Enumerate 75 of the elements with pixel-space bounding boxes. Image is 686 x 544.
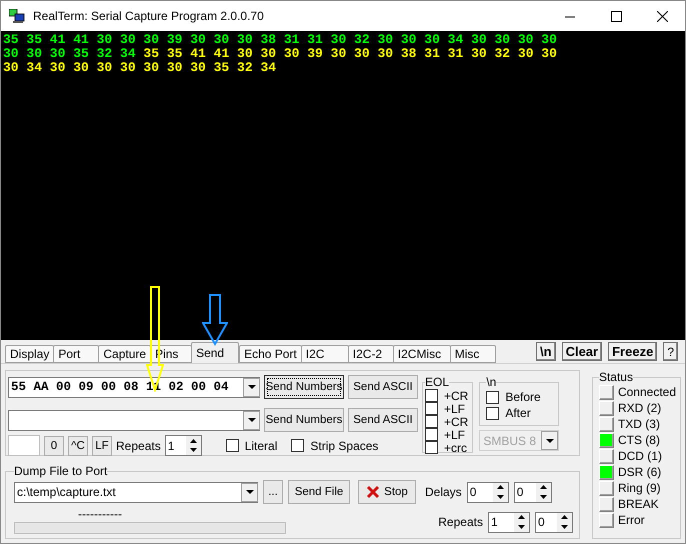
checkbox[interactable]: +crc bbox=[425, 441, 468, 454]
checkbox[interactable]: Literal bbox=[226, 438, 278, 453]
browse-button[interactable]: ... bbox=[263, 480, 283, 504]
send-button[interactable]: Send Numbers bbox=[264, 375, 344, 399]
maximize-icon bbox=[610, 10, 622, 22]
cross-icon bbox=[366, 485, 380, 499]
toolbar-button[interactable]: Freeze bbox=[608, 342, 658, 361]
char-button[interactable]: LF bbox=[92, 436, 112, 456]
spin-field[interactable]: 0 bbox=[466, 482, 509, 502]
spinner-arrows-icon[interactable] bbox=[556, 512, 572, 532]
char-field[interactable] bbox=[8, 435, 40, 456]
tab[interactable]: Misc bbox=[450, 345, 496, 363]
spinner-arrows-icon[interactable] bbox=[186, 436, 201, 455]
dropdown-arrow-icon bbox=[248, 385, 256, 389]
status-label: Error bbox=[618, 513, 645, 527]
spin-field[interactable]: 1 bbox=[488, 512, 530, 532]
tab[interactable]: I2C bbox=[300, 345, 349, 363]
checkbox[interactable]: +LF bbox=[425, 402, 468, 415]
tab[interactable]: Send bbox=[191, 342, 240, 363]
tab[interactable]: I2C-2 bbox=[348, 345, 394, 363]
tab[interactable]: I2CMisc bbox=[392, 345, 451, 363]
spinner-arrows-icon[interactable] bbox=[514, 512, 529, 532]
number-field[interactable] bbox=[8, 410, 260, 430]
send-file-button[interactable]: Send File bbox=[288, 480, 350, 504]
toolbar-button[interactable]: \n bbox=[536, 342, 556, 361]
char-button[interactable]: ^C bbox=[68, 436, 88, 456]
stop-button[interactable]: Stop bbox=[358, 480, 416, 504]
checkbox[interactable]: Strip Spaces bbox=[291, 438, 378, 453]
send-button[interactable]: Send ASCII bbox=[348, 408, 418, 432]
dropdown-arrow-icon bbox=[546, 438, 554, 442]
status-label: DCD (1) bbox=[618, 449, 662, 463]
terminal-text: 30 30 30 35 32 34 bbox=[3, 47, 136, 61]
status-label: BREAK bbox=[618, 497, 659, 511]
repeats-label: Repeats bbox=[116, 438, 161, 452]
status-label: TXD (3) bbox=[618, 417, 660, 431]
progress-text: ----------- bbox=[78, 510, 123, 518]
tab[interactable]: Port bbox=[53, 345, 100, 363]
tab[interactable]: Capture bbox=[98, 345, 152, 363]
tab[interactable]: Display bbox=[5, 345, 54, 363]
file-field[interactable]: c:\temp\capture.txt bbox=[14, 482, 258, 502]
send-button[interactable]: Send ASCII bbox=[348, 375, 418, 399]
close-icon bbox=[656, 10, 668, 22]
group-title: \n bbox=[486, 375, 496, 389]
terminal-text: 35 35 41 41 30 30 30 39 30 30 30 38 31 31 30 32 30 30 bbox=[142, 47, 557, 61]
status-label: Connected bbox=[618, 385, 676, 399]
app-icon bbox=[9, 9, 25, 23]
checkbox[interactable]: Before bbox=[486, 389, 552, 405]
terminal-text: 30 34 30 30 30 30 30 30 30 35 32 34 bbox=[3, 61, 276, 75]
tab[interactable]: Echo Port bbox=[239, 345, 302, 363]
status-label: CTS (8) bbox=[618, 433, 660, 447]
checkbox[interactable]: +CR bbox=[425, 415, 468, 428]
status-label: DSR (6) bbox=[618, 465, 662, 479]
delays-label: Delays bbox=[425, 485, 462, 499]
status-label: RXD (2) bbox=[618, 401, 662, 415]
dropdown-arrow-icon bbox=[246, 490, 254, 494]
spinner-arrows-icon[interactable] bbox=[536, 482, 551, 502]
spin-field[interactable]: 1 bbox=[164, 435, 202, 456]
checkbox[interactable]: +CR bbox=[425, 389, 468, 402]
toolbar-button[interactable]: ? bbox=[663, 342, 678, 361]
checkbox[interactable]: +LF bbox=[425, 428, 468, 441]
group-title: Dump File to Port bbox=[14, 464, 108, 478]
status-label: Ring (9) bbox=[618, 481, 661, 495]
group-title: Status bbox=[598, 370, 633, 384]
send-button[interactable]: Send Numbers bbox=[264, 408, 344, 432]
dropdown-arrow-icon bbox=[248, 418, 256, 422]
window-title: RealTerm: Serial Capture Program 2.0.0.70 bbox=[33, 9, 265, 23]
checkbox[interactable]: After bbox=[486, 405, 552, 421]
group-title: EOL bbox=[425, 375, 450, 389]
char-button[interactable]: 0 bbox=[44, 436, 64, 456]
repeats-label: Repeats bbox=[438, 515, 483, 529]
toolbar-button[interactable]: Clear bbox=[562, 342, 602, 361]
spin-field[interactable]: 0 bbox=[514, 482, 552, 502]
terminal-text: 35 35 41 41 30 30 30 39 30 30 30 38 31 31 30 32 30 30 30 34 30 30 30 30 bbox=[3, 33, 557, 47]
spinner-arrows-icon[interactable] bbox=[492, 482, 508, 502]
spin-field[interactable]: 0 bbox=[534, 512, 573, 532]
